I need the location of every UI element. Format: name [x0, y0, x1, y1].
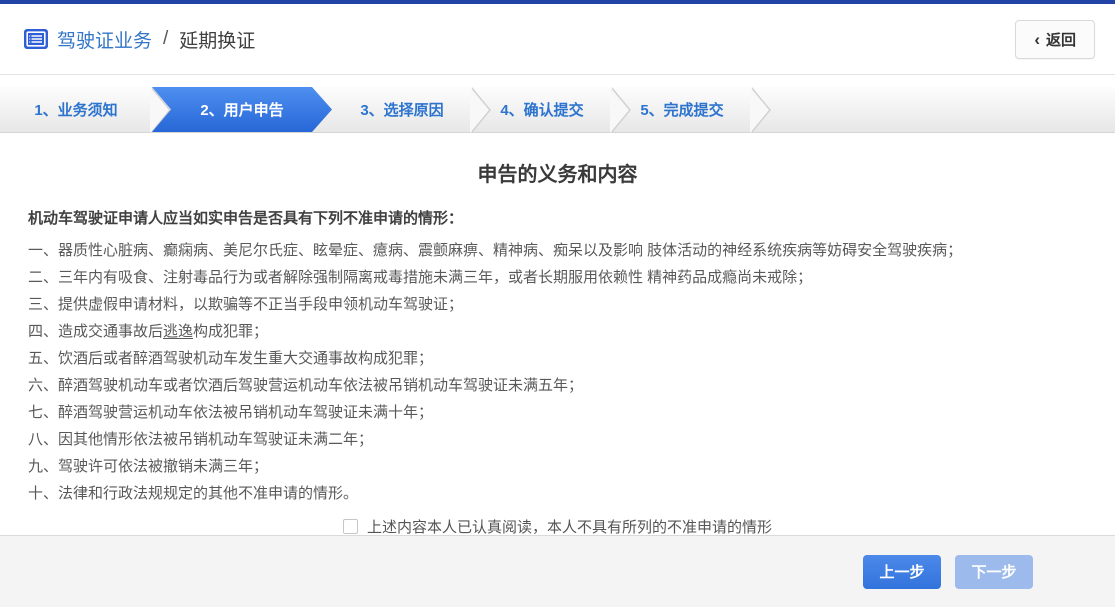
step-label: 4、确认提交	[500, 102, 584, 119]
declaration-item-1: 一、器质性心脏病、癫痫病、美尼尔氏症、眩晕症、癔病、震颤麻痹、精神病、痴呆以及影…	[28, 242, 963, 259]
agree-checkbox-label: 上述内容本人已认真阅读，本人不具有所列的不准申请的情形	[366, 519, 772, 536]
step-bar-filler	[752, 87, 1115, 132]
declaration-item-9: 九、驾驶许可依法被撤销未满三年；	[28, 458, 269, 475]
step-tab-2-user-declaration[interactable]: 2、用户申告	[152, 87, 332, 132]
declaration-intro: 机动车驾驶证申请人应当如实申告是否具有下列不准申请的情形：	[28, 210, 464, 227]
declaration-content: 申告的义务和内容 机动车驾驶证申请人应当如实申告是否具有下列不准申请的情形： 一…	[0, 158, 1115, 537]
breadcrumb-current-page: 延期换证	[179, 30, 256, 52]
declaration-list: 一、器质性心脏病、癫痫病、美尼尔氏症、眩晕症、癔病、震颤麻痹、精神病、痴呆以及影…	[28, 237, 1087, 507]
step-tab-1-business-notice[interactable]: 1、业务须知	[0, 86, 171, 133]
step-tab-5-finish-submit[interactable]: 5、完成提交	[612, 86, 771, 133]
page-title: 申告的义务和内容	[477, 164, 638, 186]
breadcrumb-separator: /	[163, 28, 169, 49]
back-button-label: 返回	[1045, 31, 1076, 49]
step-label: 1、业务须知	[34, 102, 118, 119]
declaration-item-10: 十、法律和行政法规规定的其他不准申请的情形。	[28, 485, 359, 502]
breadcrumb-business-type: 驾驶证业务	[57, 30, 153, 52]
document-list-icon	[24, 29, 48, 49]
agreement-row[interactable]: 上述内容本人已认真阅读，本人不具有所列的不准申请的情形	[28, 516, 1087, 537]
step-tab-4-confirm-submit[interactable]: 4、确认提交	[472, 86, 631, 133]
step-wizard: 1、业务须知 2、用户申告 3、选择原因 4、确认提交 5、完成提交	[0, 86, 1115, 133]
declaration-item-2: 二、三年内有吸食、注射毒品行为或者解除强制隔离戒毒措施未满三年，或者长期服用依赖…	[28, 269, 813, 286]
back-button[interactable]: ‹ 返回	[1015, 19, 1095, 59]
declaration-item-3: 三、提供虚假申请材料，以欺骗等不正当手段申领机动车驾驶证；	[28, 296, 464, 313]
wizard-footer: 上一步 下一步	[0, 535, 1115, 607]
next-step-button[interactable]: 下一步	[955, 554, 1033, 589]
step-label: 3、选择原因	[360, 102, 444, 119]
declaration-item-4: 四、造成交通事故后逃逸构成犯罪；	[28, 323, 269, 340]
declaration-item-7: 七、醉酒驾驶营运机动车依法被吊销机动车驾驶证未满十年；	[28, 404, 434, 421]
step-tab-3-select-reason[interactable]: 3、选择原因	[332, 86, 491, 133]
declaration-item-5: 五、饮酒后或者醉酒驾驶机动车发生重大交通事故构成犯罪；	[28, 350, 434, 367]
chevron-left-icon: ‹	[1034, 29, 1040, 49]
breadcrumb: 驾驶证业务 / 延期换证	[24, 26, 255, 53]
declaration-item-6: 六、醉酒驾驶机动车或者饮酒后驾驶营运机动车依法被吊销机动车驾驶证未满五年；	[28, 377, 584, 394]
step-label: 5、完成提交	[640, 102, 724, 119]
agree-checkbox[interactable]	[342, 519, 358, 534]
declaration-item-8: 八、因其他情形依法被吊销机动车驾驶证未满二年；	[28, 431, 374, 448]
page-header: 驾驶证业务 / 延期换证 ‹ 返回	[0, 4, 1115, 75]
previous-step-button[interactable]: 上一步	[863, 554, 941, 589]
step-label: 2、用户申告	[200, 102, 284, 119]
